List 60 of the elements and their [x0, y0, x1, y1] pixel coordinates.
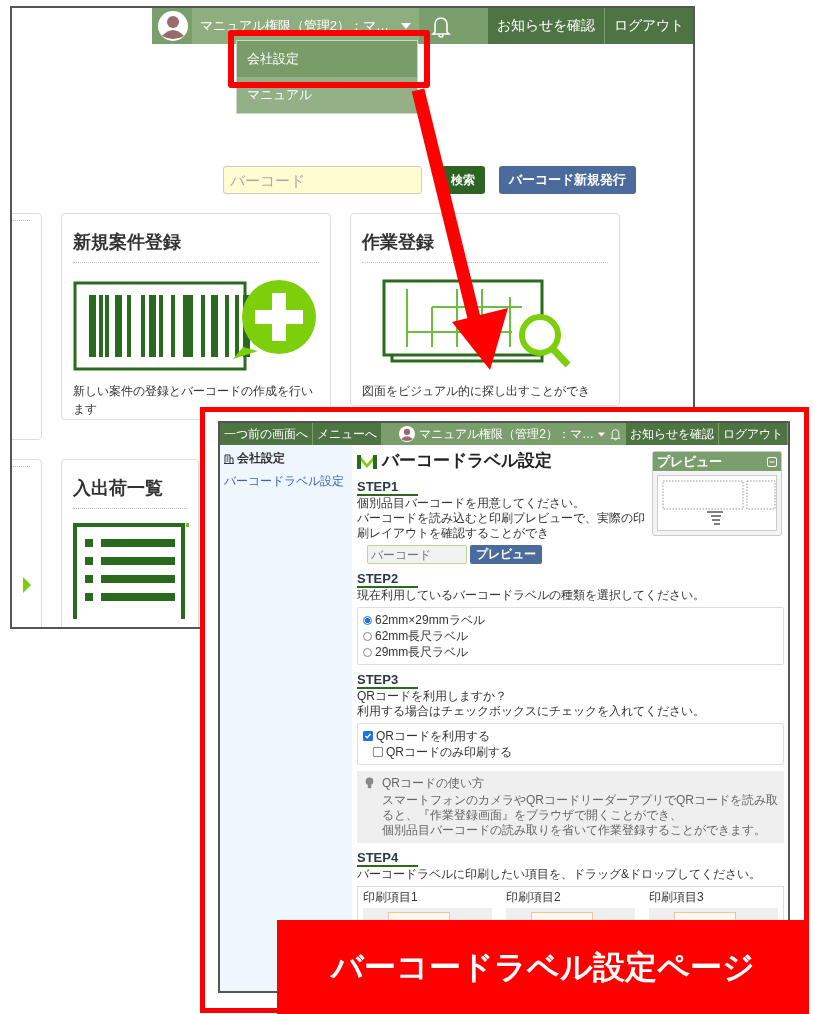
- step-instruction: 現在利用しているバーコードラベルの種類を選択してください。: [357, 588, 706, 603]
- step-instruction: バーコードラベルに印刷したい項目を、ドラッグ&ドロップしてください。: [357, 867, 762, 882]
- checkbox[interactable]: [363, 731, 373, 741]
- page-title: バーコードラベル設定: [382, 450, 552, 472]
- avatar-icon: [157, 11, 188, 41]
- step-instruction: バーコードを読み込むと印刷プレビューで、実際の印刷レイアウトを確認することができ: [357, 511, 646, 541]
- barcode-search-field[interactable]: バーコード: [223, 166, 422, 194]
- preview-title: プレビュー: [657, 454, 722, 469]
- checkbox[interactable]: [373, 747, 383, 757]
- card-background[interactable]: 入出荷一覧: [61, 459, 199, 627]
- tip-text: スマートフォンのカメラやQRコードリーダーアプリでQRコードを読み取ると、『作業登録画面』をブラウザで開くことができ、: [382, 793, 778, 823]
- preview-button[interactable]: プレビュー: [470, 545, 542, 564]
- logo-icon: [357, 453, 377, 469]
- sidebar-link[interactable]: バーコードラベル設定: [224, 474, 344, 489]
- step-heading: STEP3: [357, 672, 419, 689]
- card-background[interactable]: 作業登録 図面をビジュアル的に探し出すことができ: [350, 213, 620, 406]
- caption-banner: バーコードラベル設定ページ: [277, 920, 809, 1014]
- card-description: 新しい案件の登録とバーコードの作成を行います: [73, 383, 314, 418]
- card-background[interactable]: 新規案件登録 新しい案件の登録とバーコードの作成を行います: [61, 213, 331, 420]
- column-heading: 印刷項目2: [506, 890, 562, 905]
- step-heading: STEP1: [357, 479, 419, 496]
- tip-text: 個別品目バーコードの読み取りを省いて作業登録することができます。: [382, 823, 767, 838]
- option-label: 62mm長尺ラベル: [375, 628, 469, 644]
- logout-button[interactable]: ログアウト: [604, 8, 693, 44]
- tip-title: QRコードの使い方: [382, 776, 485, 791]
- menu-button[interactable]: メニューへ: [313, 423, 382, 445]
- option-label: 62mm×29mmラベル: [375, 612, 485, 628]
- caret-icon: [401, 23, 411, 29]
- option-label: QRコードのみ印刷する: [386, 744, 512, 760]
- lightbulb-icon: [365, 777, 374, 789]
- user-menu-button[interactable]: マニュアル権限（管理2）：マ…: [417, 423, 607, 445]
- menu-item[interactable]: 会社設定: [237, 41, 417, 77]
- card-description: 図面をビジュアル的に探し出すことができ: [362, 383, 591, 400]
- logout-button[interactable]: ログアウト: [719, 423, 788, 445]
- avatar-icon: [399, 426, 416, 442]
- card-title: 新規案件登録: [73, 231, 182, 254]
- step-heading: STEP2: [357, 571, 419, 588]
- option-label: QRコードを利用する: [376, 728, 490, 744]
- card-title: 作業登録: [362, 231, 435, 254]
- step-heading: STEP4: [357, 850, 419, 867]
- step-instruction: 個別品目バーコードを用意してください。: [357, 496, 586, 511]
- collapse-icon[interactable]: [767, 456, 777, 467]
- play-arrow-icon: [23, 577, 31, 593]
- column-heading: 印刷項目1: [363, 890, 419, 905]
- notification-bell-icon[interactable]: [610, 427, 621, 441]
- notices-button[interactable]: お知らせを確認: [487, 8, 604, 44]
- card-title: 入出荷一覧: [73, 477, 164, 500]
- notices-button[interactable]: お知らせを確認: [626, 423, 719, 445]
- step-instruction: QRコードを利用しますか？: [357, 689, 508, 704]
- new-barcode-button[interactable]: バーコード新規発行: [499, 166, 636, 194]
- notification-bell-icon[interactable]: [431, 14, 451, 38]
- step-instruction: 利用する場合はチェックボックスにチェックを入れてください。: [357, 704, 706, 719]
- radio-button[interactable]: [363, 615, 372, 625]
- back-button[interactable]: 一つ前の画面へ: [220, 423, 313, 445]
- column-heading: 印刷項目3: [649, 890, 705, 905]
- building-icon: [224, 453, 234, 464]
- sidebar-heading: 会社設定: [237, 451, 285, 466]
- caret-icon: [598, 431, 605, 437]
- barcode-input-field[interactable]: バーコード: [367, 545, 467, 564]
- option-label: 29mm長尺ラベル: [375, 644, 469, 660]
